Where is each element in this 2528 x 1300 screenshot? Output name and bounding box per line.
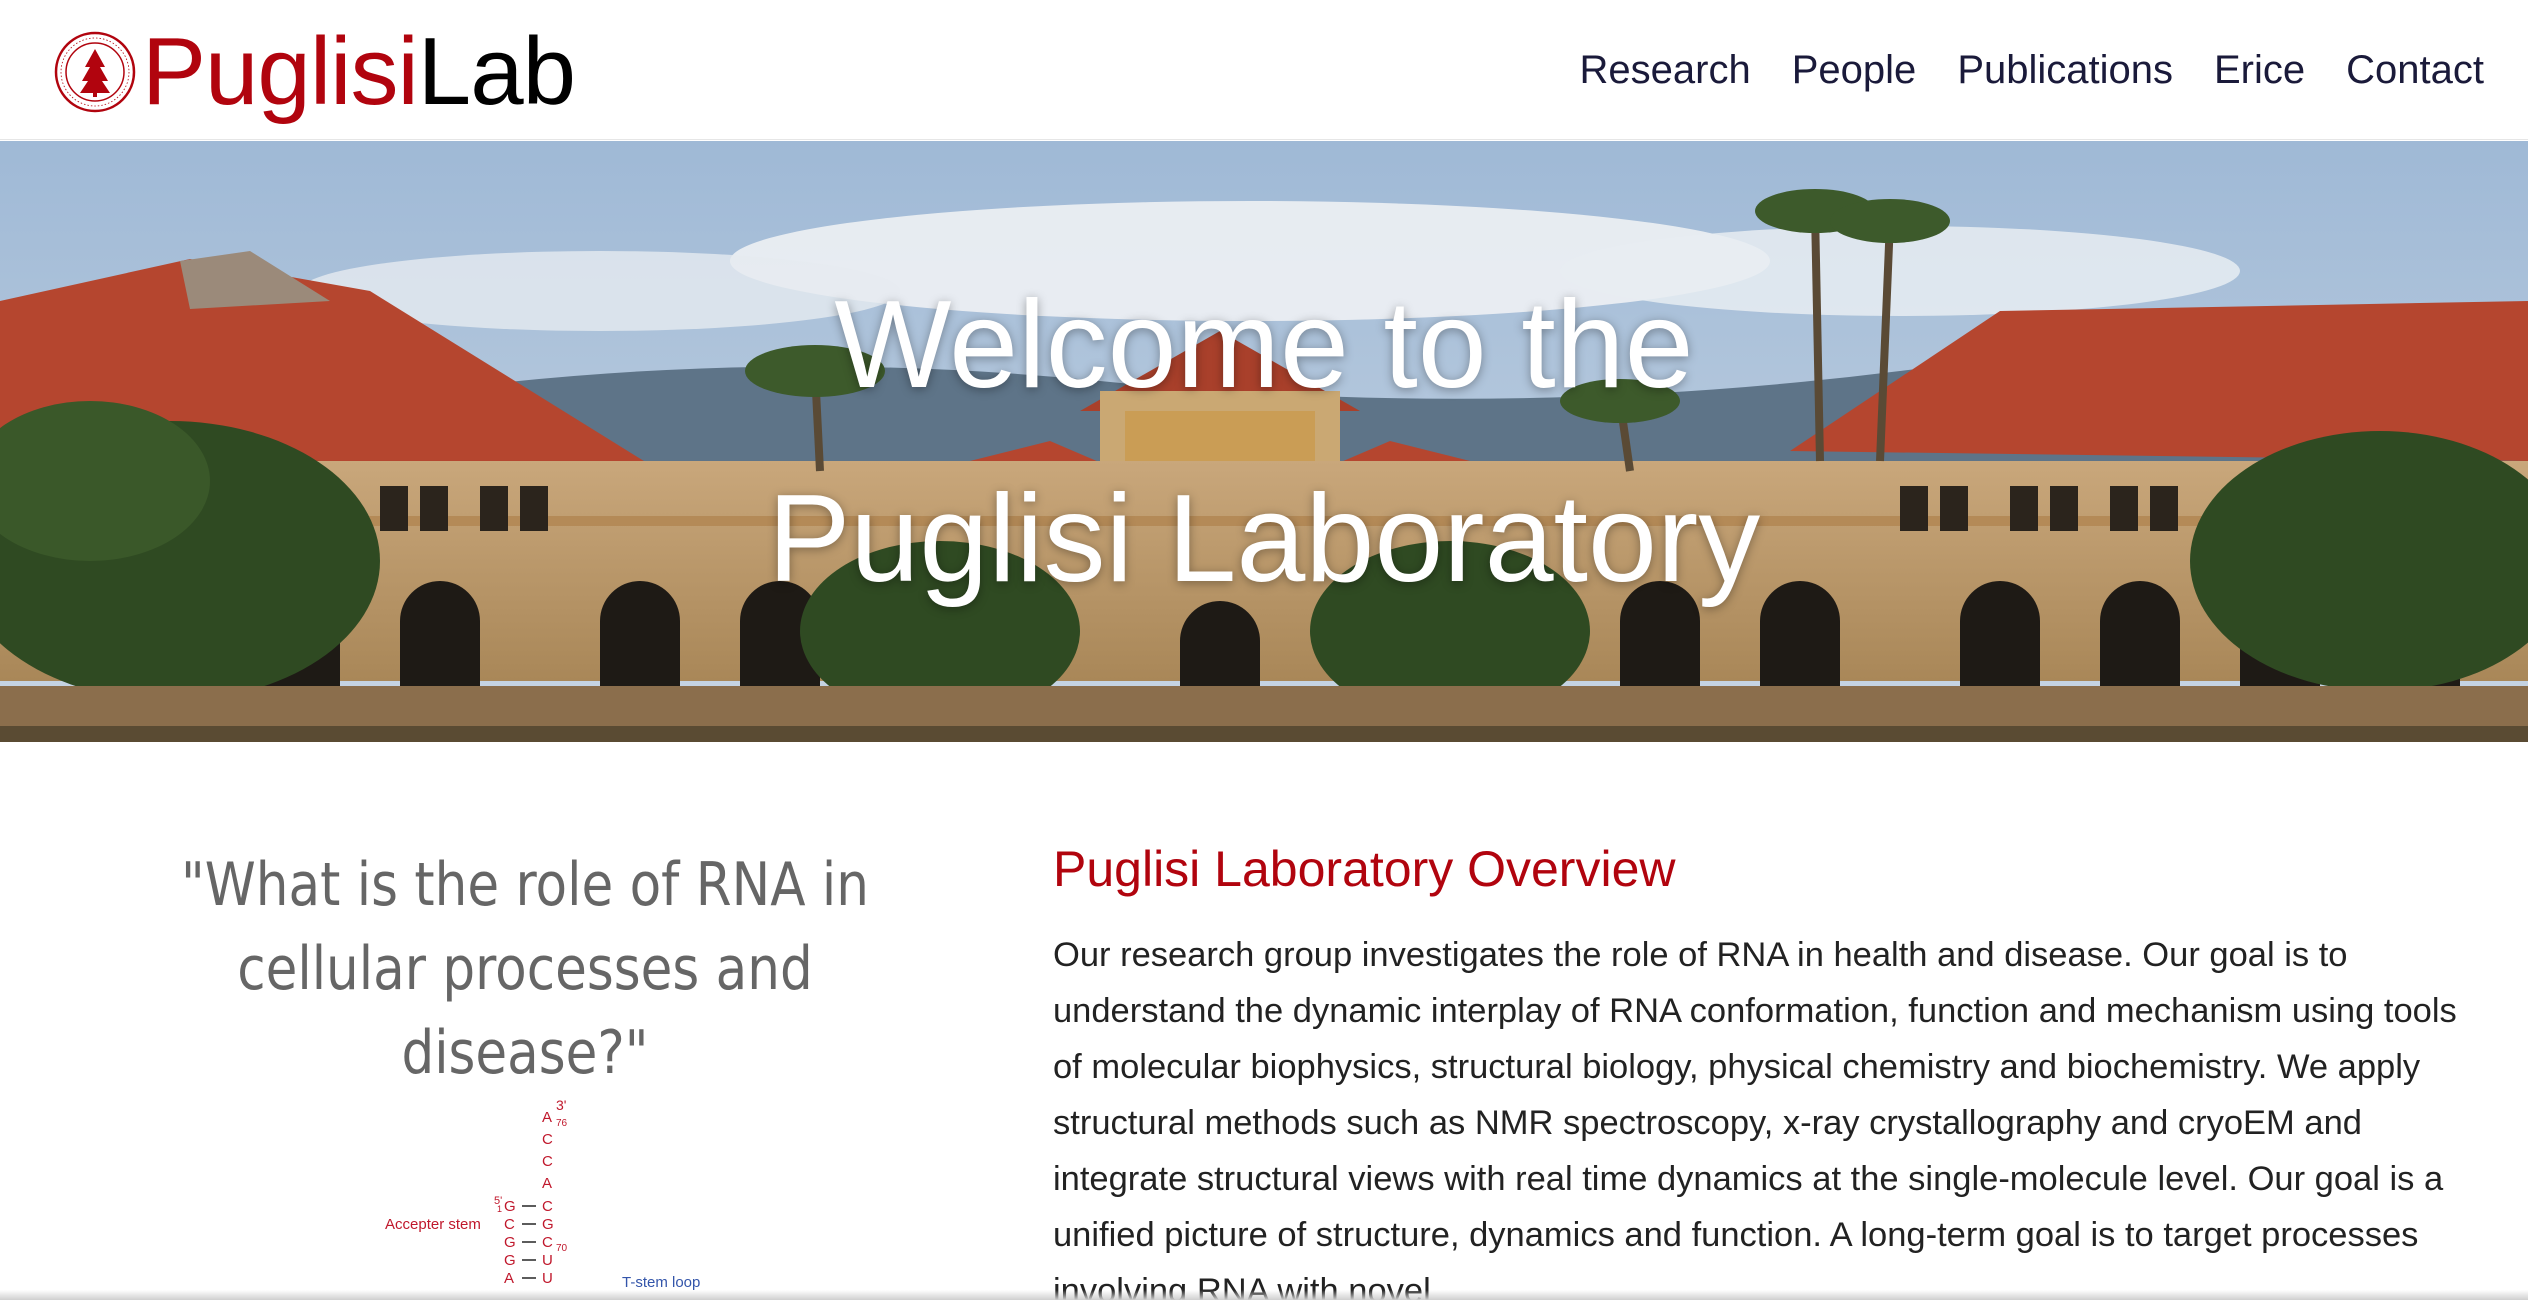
nav-contact[interactable]: Contact	[2346, 44, 2484, 96]
diagram-pos-1: 1	[497, 1204, 502, 1214]
nav-people[interactable]: People	[1792, 44, 1917, 96]
trna-base: U	[542, 1252, 553, 1269]
site-header: PuglisiLab Research People Publications …	[0, 0, 2528, 140]
trna-base: U	[542, 1270, 553, 1287]
trna-base: C	[542, 1198, 553, 1215]
research-question-quote: "What is the role of RNA in cellular pro…	[181, 850, 869, 1088]
overview-body: Our research group investigates the role…	[1053, 936, 2457, 1300]
t-stem-loop-label: T-stem loop	[622, 1274, 700, 1291]
trna-base: C	[542, 1131, 553, 1148]
trna-base: A	[542, 1109, 552, 1126]
bottom-fade	[0, 1290, 2528, 1300]
trna-base: C	[542, 1153, 553, 1170]
trna-diagram: 3' A 76 C C A 5' 1 G C G G A C G C 70 U …	[385, 1097, 700, 1291]
diagram-three-prime: 3'	[556, 1097, 566, 1113]
nav-erice[interactable]: Erice	[2214, 44, 2305, 96]
campus-image	[0, 141, 2528, 742]
diagram-pos-70: 70	[556, 1243, 568, 1254]
diagram-pos-76: 76	[556, 1118, 568, 1129]
trna-base: G	[542, 1216, 554, 1233]
home-logo-link[interactable]: PuglisiLab	[54, 24, 576, 120]
nav-publications[interactable]: Publications	[1957, 44, 2173, 96]
trna-base: C	[542, 1234, 553, 1251]
accepter-stem-label: Accepter stem	[385, 1216, 481, 1233]
brand-secondary: Lab	[417, 18, 576, 125]
trna-base: A	[542, 1175, 552, 1192]
stanford-seal-icon	[54, 31, 136, 113]
trna-base: G	[504, 1252, 516, 1269]
trna-base: C	[504, 1216, 515, 1233]
trna-base: G	[504, 1234, 516, 1251]
brand-primary: Puglisi	[142, 18, 419, 125]
main-nav: Research People Publications Erice Conta…	[1539, 44, 2484, 96]
trna-base: G	[504, 1198, 516, 1215]
nav-research[interactable]: Research	[1580, 44, 1751, 96]
hero-title-line2: Puglisi Laboratory	[767, 470, 1761, 608]
hero-title-line1: Welcome to the	[834, 276, 1694, 414]
trna-base: A	[504, 1270, 514, 1287]
overview-title: Puglisi Laboratory Overview	[1053, 841, 1676, 897]
hero-banner: Welcome to the Puglisi Laboratory	[0, 141, 2528, 742]
brand-wordmark: PuglisiLab	[142, 24, 576, 120]
